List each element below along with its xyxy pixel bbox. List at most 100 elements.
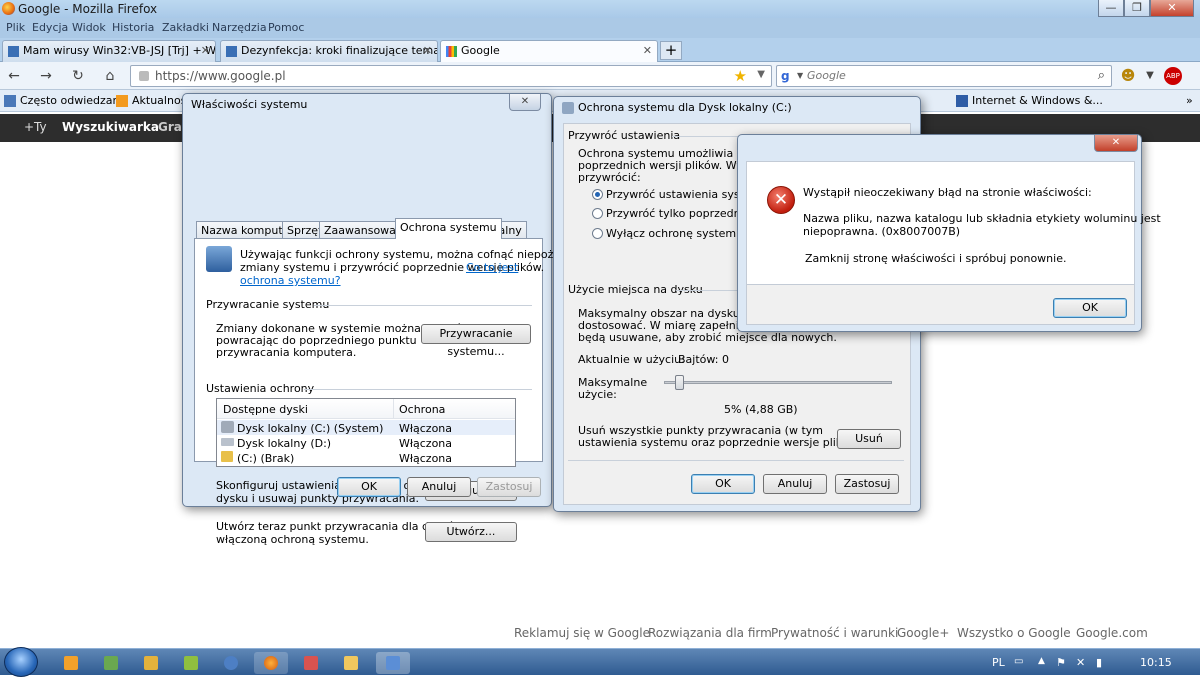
firefox-icon <box>2 2 15 15</box>
app-icon <box>104 656 118 670</box>
slider-thumb[interactable] <box>675 375 685 390</box>
maximize-button[interactable]: ❐ <box>1124 0 1150 17</box>
apply-button[interactable]: Zastosuj <box>835 474 899 494</box>
volume-muted-icon[interactable]: ✕ <box>1076 656 1085 669</box>
tab-2[interactable]: Dezynfekcja: kroki finalizujące temat ..… <box>220 40 438 62</box>
error-line: Zamknij stronę właściwości i spróbuj pon… <box>805 252 1067 265</box>
cancel-button[interactable]: Anuluj <box>763 474 827 494</box>
back-arrow-icon[interactable]: ← <box>4 66 24 86</box>
addon-dropdown-icon[interactable]: ▼ <box>1140 66 1160 86</box>
taskbar-app[interactable] <box>174 652 208 674</box>
tab-strip: Mam wirusy Win32:VB-JSJ [Trj] + Win... ✕… <box>0 38 1200 63</box>
ok-button[interactable]: OK <box>1053 298 1127 318</box>
apply-button[interactable]: Zastosuj <box>477 477 541 497</box>
footer-link[interactable]: Rozwiązania dla firm <box>648 626 772 640</box>
google-plus-link[interactable]: +Ty <box>24 120 47 134</box>
create-button[interactable]: Utwórz... <box>425 522 517 542</box>
new-tab-button[interactable]: + <box>660 41 682 60</box>
delete-button[interactable]: Usuń <box>837 429 901 449</box>
tab-1[interactable]: Mam wirusy Win32:VB-JSJ [Trj] + Win... ✕ <box>2 40 216 62</box>
cancel-button[interactable]: Anuluj <box>407 477 471 497</box>
menu-bookmarks[interactable]: Zakładki <box>162 21 209 34</box>
taskbar-app[interactable] <box>214 652 248 674</box>
disable-protection-radio[interactable] <box>592 228 603 239</box>
start-button[interactable] <box>4 647 38 677</box>
max-usage-value: 5% (4,88 GB) <box>724 403 798 416</box>
drive-name[interactable]: Dysk lokalny (D:) <box>237 437 331 450</box>
taskbar-firefox[interactable] <box>254 652 288 674</box>
menu-history[interactable]: Historia <box>112 21 154 34</box>
forward-arrow-icon[interactable]: → <box>36 66 56 86</box>
menu-view[interactable]: Widok <box>72 21 106 34</box>
footer-link[interactable]: Google+ <box>897 626 949 640</box>
ok-button[interactable]: OK <box>691 474 755 494</box>
bookmark-internet-windows[interactable]: Internet & Windows &... <box>972 94 1103 107</box>
keyboard-icon[interactable]: ▭ <box>1014 656 1023 667</box>
delete-text: ustawienia systemu oraz poprzednie wersj… <box>578 436 866 449</box>
menu-bar: Plik Edycja Widok Historia Zakładki Narz… <box>0 18 1200 38</box>
search-bar[interactable]: g ▼ Google ⌕ <box>776 65 1112 87</box>
bookmark-star-icon[interactable]: ★ <box>734 67 747 85</box>
close-dialog-button[interactable]: ✕ <box>1094 135 1138 152</box>
restore-system-and-files-radio[interactable] <box>592 189 603 200</box>
menu-file[interactable]: Plik <box>6 21 25 34</box>
search-icon[interactable]: ⌕ <box>1098 68 1105 83</box>
google-search-engine-icon[interactable]: g <box>781 69 797 84</box>
flag-icon[interactable]: ⚑ <box>1056 656 1066 669</box>
menu-edit[interactable]: Edycja <box>32 21 68 34</box>
footer-link[interactable]: Wszystko o Google <box>957 626 1071 640</box>
column-header-protection[interactable]: Ochrona <box>399 403 445 416</box>
network-icon[interactable]: ▮ <box>1096 656 1102 669</box>
minimize-button[interactable]: — <box>1098 0 1124 17</box>
max-usage-label: użycie: <box>578 388 617 401</box>
taskbar-app[interactable] <box>334 652 368 674</box>
search-link[interactable]: Wyszukiwarka <box>62 120 159 134</box>
close-tab-icon[interactable]: ✕ <box>643 44 652 57</box>
language-indicator[interactable]: PL <box>992 656 1005 669</box>
url-dropdown-icon[interactable]: ▼ <box>757 69 765 80</box>
tab-3[interactable]: Google ✕ <box>440 40 658 63</box>
column-header-drives[interactable]: Dostępne dyski <box>223 403 308 416</box>
close-tab-icon[interactable]: ✕ <box>201 44 210 57</box>
footer-link[interactable]: Google.com <box>1076 626 1148 640</box>
more-bookmarks-icon[interactable]: » <box>1186 94 1193 107</box>
ok-button[interactable]: OK <box>337 477 401 497</box>
drive-protection: Włączona <box>399 437 453 450</box>
system-tray: PL ▭ ▲ ⚑ ✕ ▮ 10:15 <box>980 649 1200 676</box>
drive-name[interactable]: (C:) (Brak) <box>237 452 294 465</box>
footer-link[interactable]: Reklamuj się w Google <box>514 626 650 640</box>
max-usage-slider[interactable] <box>664 381 892 384</box>
drive-name[interactable]: Dysk lokalny (C:) (System) <box>237 422 383 435</box>
what-is-protection-link[interactable]: Co to jest <box>466 261 518 274</box>
tab-system-protection[interactable]: Ochrona systemu <box>395 218 502 239</box>
close-dialog-button[interactable]: ✕ <box>509 94 541 111</box>
close-window-button[interactable]: ✕ <box>1150 0 1194 17</box>
drive-protection: Włączona <box>399 452 453 465</box>
greasemonkey-icon[interactable]: ☻ <box>1118 66 1138 86</box>
taskbar-app[interactable] <box>54 652 88 674</box>
close-tab-icon[interactable]: ✕ <box>423 44 432 57</box>
menu-help[interactable]: Pomoc <box>268 21 304 34</box>
engine-dropdown-icon[interactable]: ▼ <box>797 71 803 80</box>
bookmark-most-visited[interactable]: Często odwiedzane <box>20 94 126 107</box>
taskbar-app[interactable] <box>134 652 168 674</box>
what-is-protection-link[interactable]: ochrona systemu? <box>240 274 341 287</box>
home-icon[interactable]: ⌂ <box>100 66 120 86</box>
error-dialog: ✕ ✕ Wystąpił nieoczekiwany błąd na stron… <box>737 134 1161 332</box>
reload-icon[interactable]: ↻ <box>68 66 88 86</box>
taskbar-app[interactable] <box>94 652 128 674</box>
restore-files-only-radio[interactable] <box>592 208 603 219</box>
tab-label: Dezynfekcja: kroki finalizujące temat ..… <box>241 44 438 57</box>
radio-label[interactable]: Wyłącz ochronę systemu <box>606 227 743 240</box>
menu-tools[interactable]: Narzędzia <box>212 21 267 34</box>
adblock-plus-icon[interactable]: ABP <box>1164 67 1182 85</box>
app-icon <box>184 656 198 670</box>
system-restore-button[interactable]: Przywracanie systemu... <box>421 324 531 358</box>
url-bar[interactable]: https://www.google.pl ★ ▼ <box>130 65 772 87</box>
taskbar-app[interactable] <box>294 652 328 674</box>
dialog-title: Ochrona systemu dla Dysk lokalny (C:) <box>578 101 792 114</box>
clock-time[interactable]: 10:15 <box>1140 656 1172 669</box>
taskbar-system-properties[interactable] <box>376 652 410 674</box>
footer-link[interactable]: Prywatność i warunki <box>771 626 898 640</box>
tray-expand-icon[interactable]: ▲ <box>1038 656 1045 666</box>
